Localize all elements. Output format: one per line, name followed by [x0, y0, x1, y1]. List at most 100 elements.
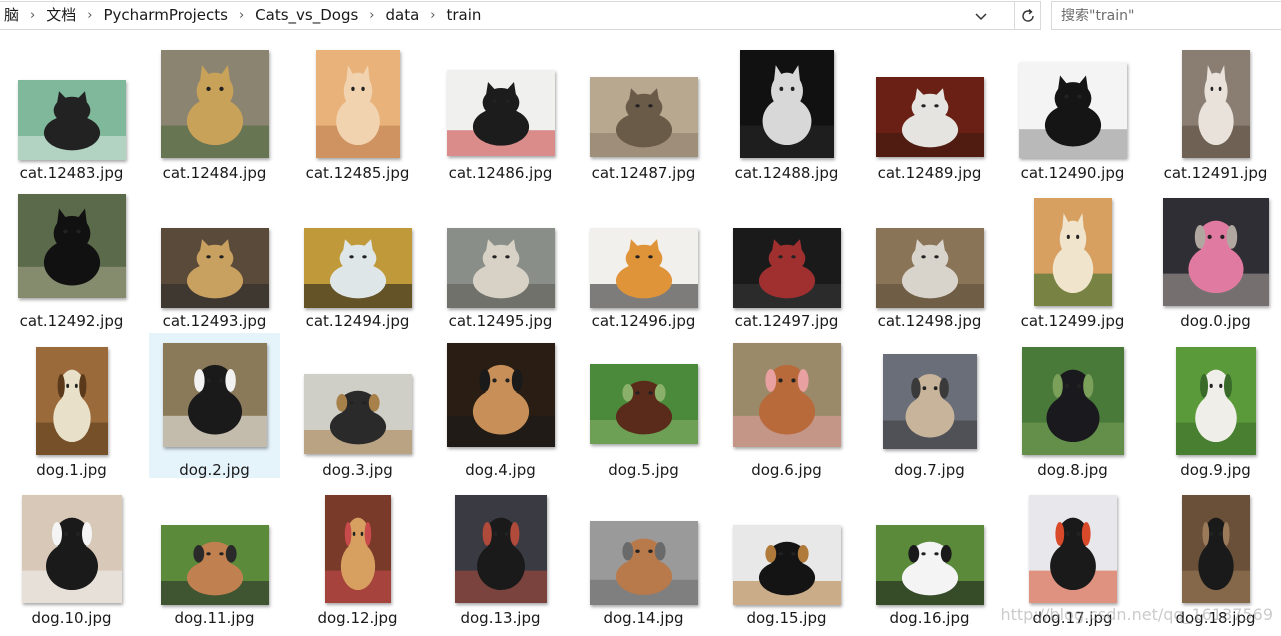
address-bar[interactable]: 脑 › 文档 › PycharmProjects › Cats_vs_Dogs … [0, 1, 1015, 30]
image-thumbnail[interactable] [304, 374, 412, 454]
file-item[interactable]: cat.12487.jpg [578, 36, 709, 182]
image-thumbnail[interactable] [161, 525, 269, 605]
chevron-right-icon[interactable]: › [362, 1, 381, 30]
thumbnail-area [1007, 333, 1138, 457]
file-item[interactable]: cat.12497.jpg [721, 184, 852, 330]
file-item[interactable]: cat.12493.jpg [149, 184, 280, 330]
image-thumbnail[interactable] [1019, 62, 1127, 158]
file-item[interactable]: cat.12489.jpg [864, 36, 995, 182]
chevron-down-icon[interactable] [970, 2, 992, 31]
refresh-icon [1021, 8, 1034, 22]
image-thumbnail[interactable] [1163, 198, 1269, 306]
file-item[interactable]: cat.12490.jpg [1007, 36, 1138, 182]
image-thumbnail[interactable] [163, 343, 267, 447]
file-item[interactable]: cat.12499.jpg [1007, 184, 1138, 330]
image-thumbnail[interactable] [1029, 495, 1117, 603]
image-thumbnail[interactable] [18, 194, 126, 298]
image-thumbnail[interactable] [316, 50, 400, 158]
file-item[interactable]: dog.10.jpg [6, 481, 137, 627]
image-thumbnail[interactable] [447, 70, 555, 156]
file-item[interactable]: cat.12488.jpg [721, 36, 852, 182]
image-thumbnail[interactable] [590, 228, 698, 308]
file-item[interactable]: dog.9.jpg [1150, 333, 1281, 479]
file-item[interactable]: dog.13.jpg [435, 481, 566, 627]
thumbnail-area [864, 333, 995, 457]
image-thumbnail[interactable] [304, 228, 412, 308]
file-item[interactable]: cat.12495.jpg [435, 184, 566, 330]
thumbnail-area [1007, 36, 1138, 160]
chevron-right-icon[interactable]: › [232, 1, 251, 30]
image-thumbnail[interactable] [876, 525, 984, 605]
file-item[interactable]: cat.12496.jpg [578, 184, 709, 330]
file-name: cat.12488.jpg [734, 164, 839, 182]
file-item[interactable]: dog.4.jpg [435, 333, 566, 479]
file-item[interactable]: dog.5.jpg [578, 333, 709, 479]
file-item[interactable]: cat.12498.jpg [864, 184, 995, 330]
image-thumbnail[interactable] [1182, 50, 1250, 158]
file-item[interactable]: cat.12491.jpg [1150, 36, 1281, 182]
thumbnail-area [149, 333, 280, 457]
image-thumbnail[interactable] [1182, 495, 1250, 603]
image-thumbnail[interactable] [876, 228, 984, 308]
chevron-right-icon[interactable]: › [23, 1, 42, 30]
file-item[interactable]: cat.12485.jpg [292, 36, 423, 182]
breadcrumb-item-computer[interactable]: 脑 [0, 1, 23, 30]
file-item[interactable]: dog.12.jpg [292, 481, 423, 627]
image-thumbnail[interactable] [1034, 198, 1112, 306]
file-item[interactable]: dog.0.jpg [1150, 184, 1281, 330]
file-item[interactable]: cat.12483.jpg [6, 36, 137, 182]
chevron-right-icon[interactable]: › [423, 1, 442, 30]
file-item[interactable]: dog.15.jpg [721, 481, 852, 627]
image-thumbnail[interactable] [36, 347, 108, 455]
file-item[interactable]: dog.6.jpg [721, 333, 852, 479]
file-item[interactable]: cat.12486.jpg [435, 36, 566, 182]
image-thumbnail[interactable] [590, 77, 698, 157]
image-thumbnail[interactable] [22, 495, 122, 603]
file-name: dog.1.jpg [36, 461, 107, 479]
file-item[interactable]: dog.11.jpg [149, 481, 280, 627]
thumbnail-area [292, 184, 423, 308]
image-thumbnail[interactable] [590, 521, 698, 605]
address-toolbar: 脑 › 文档 › PycharmProjects › Cats_vs_Dogs … [0, 0, 1281, 31]
search-box[interactable] [1051, 1, 1281, 30]
file-name: dog.14.jpg [603, 609, 684, 627]
file-name: dog.16.jpg [889, 609, 970, 627]
image-thumbnail[interactable] [18, 80, 126, 160]
file-item[interactable]: dog.16.jpg [864, 481, 995, 627]
file-name: dog.0.jpg [1180, 312, 1251, 330]
file-item[interactable]: cat.12484.jpg [149, 36, 280, 182]
image-thumbnail[interactable] [1176, 347, 1256, 455]
breadcrumb-item-documents[interactable]: 文档 [42, 1, 80, 30]
image-thumbnail[interactable] [1022, 347, 1124, 455]
image-thumbnail[interactable] [876, 77, 984, 157]
file-item[interactable]: dog.3.jpg [292, 333, 423, 479]
file-name: dog.3.jpg [322, 461, 393, 479]
image-thumbnail[interactable] [161, 228, 269, 308]
image-thumbnail[interactable] [733, 343, 841, 447]
breadcrumb-item-data[interactable]: data [382, 1, 424, 30]
file-item[interactable]: dog.14.jpg [578, 481, 709, 627]
breadcrumb-item-train[interactable]: train [443, 1, 486, 30]
breadcrumb-item-cats-vs-dogs[interactable]: Cats_vs_Dogs [251, 1, 362, 30]
image-thumbnail[interactable] [447, 228, 555, 308]
image-thumbnail[interactable] [455, 495, 547, 603]
file-item[interactable]: dog.1.jpg [6, 333, 137, 479]
image-thumbnail[interactable] [325, 495, 391, 603]
file-item[interactable]: cat.12492.jpg [6, 184, 137, 330]
image-thumbnail[interactable] [590, 364, 698, 444]
image-thumbnail[interactable] [733, 228, 841, 308]
file-item[interactable]: dog.8.jpg [1007, 333, 1138, 479]
refresh-button[interactable] [1015, 1, 1041, 30]
file-item[interactable]: dog.2.jpg [149, 333, 280, 479]
chevron-right-icon[interactable]: › [80, 1, 99, 30]
image-thumbnail[interactable] [740, 50, 834, 158]
image-thumbnail[interactable] [161, 50, 269, 158]
image-thumbnail[interactable] [883, 354, 977, 449]
file-item[interactable]: cat.12494.jpg [292, 184, 423, 330]
breadcrumb-item-pycharmprojects[interactable]: PycharmProjects [99, 1, 232, 30]
file-item[interactable]: dog.7.jpg [864, 333, 995, 479]
search-input[interactable] [1061, 7, 1271, 24]
file-name: dog.6.jpg [751, 461, 822, 479]
image-thumbnail[interactable] [447, 343, 555, 447]
image-thumbnail[interactable] [733, 525, 841, 605]
